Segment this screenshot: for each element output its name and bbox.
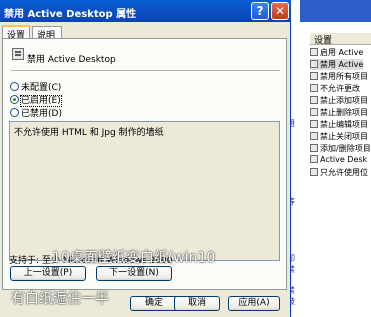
policy-icon bbox=[310, 60, 318, 68]
description-text: 不允许使用 HTML 和 Jpg 制作的墙纸 bbox=[14, 128, 164, 138]
ok-button[interactable]: 确定 bbox=[130, 296, 178, 311]
policy-name: 禁用 Active Desktop bbox=[27, 55, 116, 65]
radio-button[interactable] bbox=[10, 95, 19, 104]
background-list-item[interactable]: 禁止删除项目 bbox=[310, 107, 368, 118]
policy-icon bbox=[310, 96, 318, 104]
background-list-item[interactable]: 启用 Active bbox=[310, 47, 363, 58]
background-list-item[interactable]: 禁用所有项目 bbox=[310, 71, 368, 82]
properties-dialog: 禁用 Active Desktop 属性 ? ✕ 设置 说明 禁用 Active… bbox=[0, 0, 291, 317]
radio-enabled[interactable]: 已启用(E) bbox=[10, 93, 62, 107]
background-list-item[interactable]: 不允许更改 bbox=[310, 83, 360, 94]
background-list-item[interactable]: 只允许使用位 bbox=[310, 167, 368, 178]
background-list-item[interactable]: 添加/删除项目 bbox=[310, 143, 371, 154]
divider bbox=[11, 70, 280, 71]
policy-icon bbox=[310, 168, 318, 176]
background-list-item[interactable]: 禁止关闭项目 bbox=[310, 131, 368, 142]
policy-icon bbox=[310, 84, 318, 92]
policy-icon bbox=[310, 132, 318, 140]
overlay-caption-line1: 10桌面壁纸变白纸(win10 bbox=[52, 250, 216, 266]
dialog-title: 禁用 Active Desktop 属性 bbox=[4, 9, 137, 20]
background-window-titlebar bbox=[300, 0, 371, 22]
tab-settings[interactable]: 设置 bbox=[2, 25, 30, 41]
background-list-item[interactable]: 禁止添加项目 bbox=[310, 95, 368, 106]
dialog-titlebar[interactable]: 禁用 Active Desktop 属性 ? ✕ bbox=[0, 0, 291, 22]
radio-button[interactable] bbox=[10, 82, 19, 91]
radio-button[interactable] bbox=[10, 108, 19, 117]
policy-icon bbox=[310, 120, 318, 128]
radio-disabled[interactable]: 已禁用(D) bbox=[10, 106, 62, 119]
apply-button[interactable]: 应用(A) bbox=[228, 296, 280, 311]
policy-icon bbox=[310, 72, 318, 80]
background-list-item[interactable]: 禁用 Active bbox=[310, 59, 364, 70]
background-list-header[interactable]: 设置 bbox=[310, 33, 371, 46]
policy-icon bbox=[310, 144, 318, 152]
background-list-item[interactable]: 禁止编辑项目 bbox=[310, 119, 368, 130]
next-setting-button[interactable]: 下一设置(N) bbox=[96, 266, 172, 281]
background-list-item[interactable]: Active Desk bbox=[310, 155, 367, 164]
description-box: 不允许使用 HTML 和 Jpg 制作的墙纸 bbox=[9, 121, 280, 261]
policy-icon bbox=[12, 48, 24, 60]
previous-setting-button[interactable]: 上一设置(P) bbox=[10, 266, 86, 281]
policy-icon bbox=[310, 48, 318, 56]
overlay-caption-line2: 有白纸遮住一半 bbox=[11, 291, 109, 307]
radio-not-configured[interactable]: 未配置(C) bbox=[10, 80, 61, 93]
close-icon[interactable]: ✕ bbox=[271, 2, 289, 20]
help-icon[interactable]: ? bbox=[251, 2, 269, 20]
cancel-button[interactable]: 取消 bbox=[174, 296, 220, 311]
policy-icon bbox=[310, 108, 318, 116]
policy-icon bbox=[310, 155, 318, 163]
